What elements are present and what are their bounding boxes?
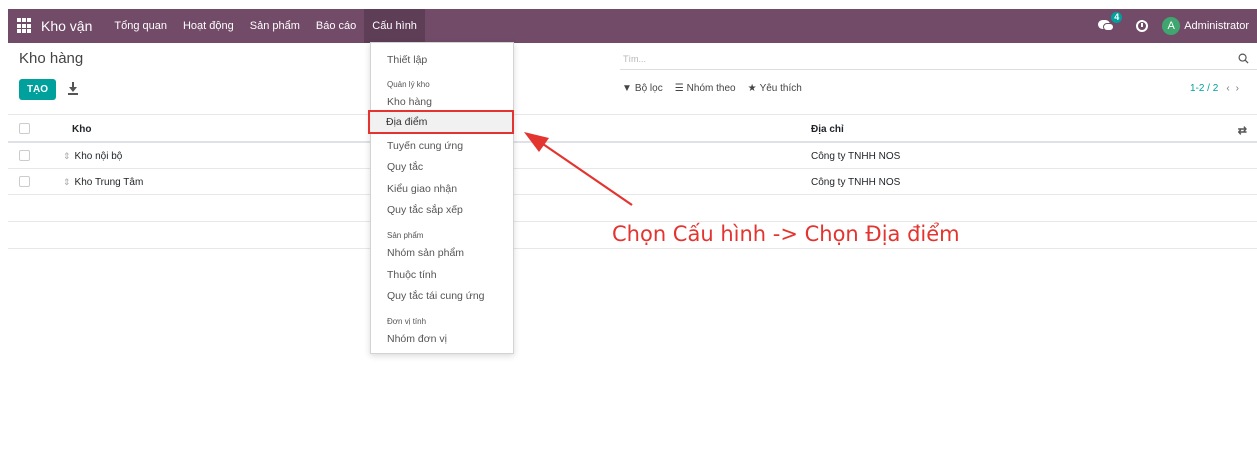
drag-handle-icon[interactable]: ⇕ <box>63 151 71 161</box>
user-name[interactable]: Administrator <box>1184 20 1249 32</box>
configuration-dropdown: Thiết lập Quản lý kho Kho hàng Tuyến cun… <box>370 42 514 354</box>
search-options: ▼ Bộ lọc ☰ Nhóm theo ★ Yêu thích <box>622 83 814 94</box>
row-checkbox[interactable] <box>19 150 30 161</box>
pager-next-icon[interactable]: › <box>1236 83 1245 94</box>
row-checkbox[interactable] <box>19 176 30 187</box>
group-by-label: Nhóm theo <box>686 83 736 94</box>
filters-label: Bộ lọc <box>634 83 663 94</box>
menu-item-operation-types[interactable]: Kiểu giao nhận <box>387 183 457 195</box>
annotation-text: Chọn Cấu hình -> Chọn Địa điểm <box>612 222 960 246</box>
empty-row <box>8 195 1257 222</box>
menu-item-routes[interactable]: Tuyến cung ứng <box>387 140 463 152</box>
pager: 1-2 / 2 ‹› <box>1190 83 1245 94</box>
group-by-button[interactable]: ☰ Nhóm theo <box>675 83 736 94</box>
column-header-address[interactable]: Địa chỉ <box>811 124 844 135</box>
row-name: Kho nội bộ <box>74 151 123 162</box>
layers-icon: ☰ <box>674 83 684 94</box>
create-button[interactable]: TẠO <box>19 79 56 100</box>
menu-item-reordering-rules[interactable]: Quy tắc tái cung ứng <box>387 290 485 302</box>
section-header-warehouse-mgmt: Quản lý kho <box>387 80 430 89</box>
menu-item-settings[interactable]: Thiết lập <box>387 54 427 66</box>
app-name[interactable]: Kho vận <box>41 18 92 34</box>
drag-handle-icon[interactable]: ⇕ <box>63 177 71 187</box>
menu-products[interactable]: Sản phẩm <box>242 9 308 43</box>
optional-columns-icon[interactable]: ⇄ <box>1238 124 1247 137</box>
menu-item-putaway-rules[interactable]: Quy tắc sắp xếp <box>387 204 463 216</box>
chat-icon[interactable]: 4 <box>1098 12 1123 33</box>
row-address: Công ty TNHH NOS <box>811 151 901 162</box>
menu-item-rules[interactable]: Quy tắc <box>387 161 423 173</box>
menu-item-uom-categories[interactable]: Nhóm đơn vị <box>387 333 447 345</box>
search-input[interactable] <box>623 49 1203 69</box>
star-icon: ★ <box>747 83 757 94</box>
table-row[interactable]: ⇕ Kho nội bộ Công ty TNHH NOS <box>8 143 1257 169</box>
apps-menu-icon[interactable] <box>17 18 33 34</box>
table-row[interactable]: ⇕ Kho Trung Tâm Công ty TNHH NOS <box>8 169 1257 195</box>
row-address: Công ty TNHH NOS <box>811 177 901 188</box>
menu-item-attributes[interactable]: Thuộc tính <box>387 269 437 281</box>
activity-clock-icon[interactable] <box>1136 20 1149 32</box>
menu-reporting[interactable]: Báo cáo <box>308 9 364 43</box>
row-name: Kho Trung Tâm <box>74 177 144 188</box>
section-header-products: Sản phẩm <box>387 231 424 240</box>
table-header: Kho Địa chỉ ⇄ <box>8 114 1257 143</box>
pager-value[interactable]: 1-2 / 2 <box>1190 83 1218 94</box>
menu-item-product-categories[interactable]: Nhóm sản phẩm <box>387 247 464 259</box>
favorites-button[interactable]: ★ Yêu thích <box>748 83 802 94</box>
search-icon[interactable] <box>1238 53 1249 64</box>
menu-overview[interactable]: Tổng quan <box>106 9 175 43</box>
pager-prev-icon[interactable]: ‹ <box>1226 83 1235 94</box>
menu-configuration[interactable]: Cấu hình <box>364 9 425 43</box>
download-icon[interactable] <box>67 82 79 96</box>
section-header-uom: Đơn vị tính <box>387 317 427 326</box>
avatar[interactable]: A <box>1162 17 1181 35</box>
search-bar <box>620 49 1257 70</box>
favorites-label: Yêu thích <box>759 83 802 94</box>
chat-count-badge: 4 <box>1111 12 1123 23</box>
select-all-checkbox[interactable] <box>19 123 30 134</box>
filter-icon: ▼ <box>622 83 632 94</box>
filters-button[interactable]: ▼ Bộ lọc <box>622 83 663 94</box>
top-navbar: Kho vận Tổng quan Hoạt động Sản phẩm Báo… <box>8 9 1257 43</box>
menu-item-locations[interactable]: Địa điểm <box>386 116 427 128</box>
menu-operations[interactable]: Hoạt động <box>175 9 242 43</box>
column-header-name[interactable]: Kho <box>72 124 91 135</box>
breadcrumb: Kho hàng <box>19 50 84 67</box>
menu-item-warehouses[interactable]: Kho hàng <box>387 96 432 108</box>
